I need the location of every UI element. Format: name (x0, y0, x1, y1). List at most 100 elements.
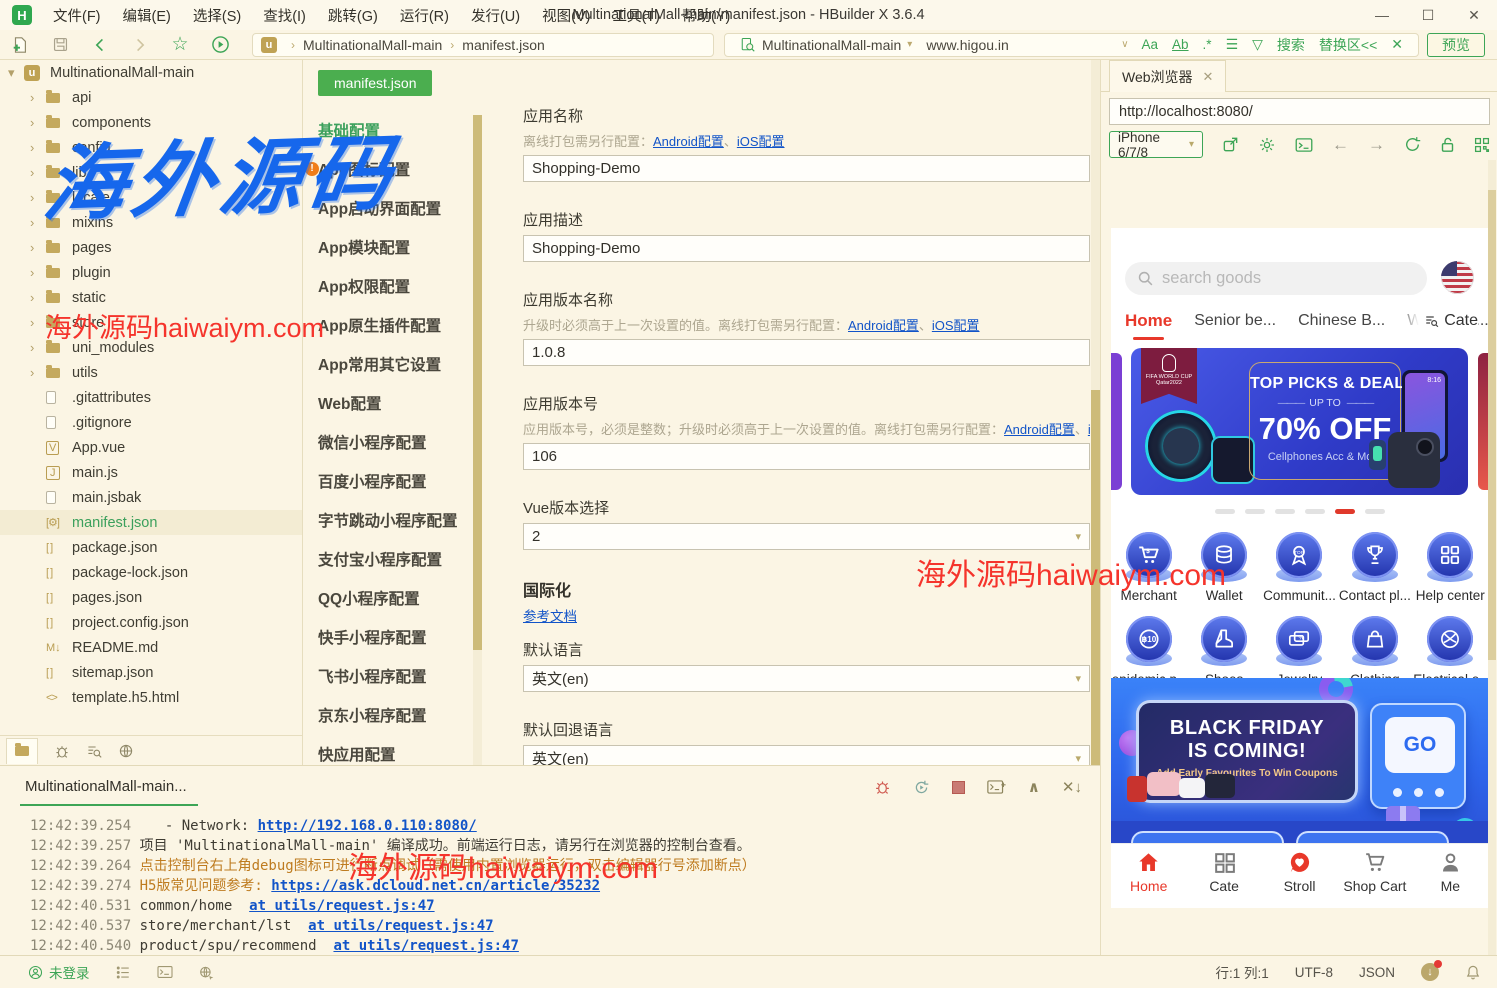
nav-forward-icon[interactable]: → (1368, 135, 1385, 155)
close-search-icon[interactable]: ✕ (1391, 36, 1403, 53)
log-link[interactable]: at utils/request.js:47 (308, 918, 493, 934)
panel-scrollbar[interactable] (1488, 160, 1496, 955)
cursor-position[interactable]: 行:1 列:1 (1215, 962, 1268, 982)
run-icon[interactable] (207, 34, 233, 56)
filter-icon[interactable]: ▽ (1252, 36, 1263, 53)
new-terminal-icon[interactable] (987, 779, 1006, 795)
section-支付宝小程序配置[interactable]: 支付宝小程序配置 (318, 539, 473, 578)
bottom-nav-Stroll[interactable]: Stroll (1262, 844, 1337, 900)
chevron-right-icon[interactable]: › (30, 140, 46, 155)
carousel-dot-4[interactable] (1305, 509, 1325, 514)
tree-item-.gitattributes[interactable]: .gitattributes (0, 385, 302, 410)
favorite-star-icon[interactable]: ☆ (167, 34, 193, 56)
tree-item-App.vue[interactable]: VApp.vue (0, 435, 302, 460)
quick-link-Merchant[interactable]: $Merchant (1111, 528, 1186, 603)
maximize-button[interactable]: ☐ (1405, 0, 1451, 30)
tab-Home[interactable]: Home (1125, 311, 1172, 331)
tree-item-manifest.json[interactable]: [⚙]manifest.json (0, 510, 302, 535)
update-download-icon[interactable]: ↓ (1421, 963, 1439, 981)
carousel-dot-3[interactable] (1275, 509, 1295, 514)
back-icon[interactable] (87, 34, 113, 56)
tree-item-project.config.json[interactable]: [ ]project.config.json (0, 610, 302, 635)
section-App模块配置[interactable]: App模块配置 (318, 227, 473, 266)
promo-banner[interactable]: FIFA WORLD CUP Qatar2022 TOP PICKS & DEA… (1131, 348, 1468, 495)
clear-console-icon[interactable]: ✕↓ (1062, 778, 1082, 796)
chevron-right-icon[interactable]: › (30, 165, 46, 180)
chevron-right-icon[interactable]: › (30, 90, 46, 105)
chevron-right-icon[interactable]: › (30, 315, 46, 330)
carousel-dot-5[interactable] (1335, 509, 1355, 514)
chevron-right-icon[interactable]: › (30, 240, 46, 255)
tree-item-main.jsbak[interactable]: main.jsbak (0, 485, 302, 510)
black-friday-banner[interactable]: BLACK FRIDAY IS COMING! Add Early Favour… (1111, 678, 1488, 843)
tree-root[interactable]: ▾ u MultinationalMall-main (0, 60, 302, 85)
log-link[interactable]: at utils/request.js:47 (333, 938, 518, 954)
menu-item-文件(F)[interactable]: 文件(F) (42, 5, 112, 26)
tree-item-store[interactable]: ›store (0, 310, 302, 335)
files-tab-icon[interactable] (6, 738, 38, 764)
nav-back-icon[interactable]: ← (1332, 135, 1349, 155)
cate-shortcut[interactable]: Cate (1398, 304, 1478, 338)
tree-item-config[interactable]: ›config (0, 135, 302, 160)
go-button[interactable]: GO (1385, 717, 1455, 773)
bottom-nav-Cate[interactable]: Cate (1186, 844, 1261, 900)
section-nav-scrollbar[interactable] (473, 115, 482, 765)
quick-link-epidemic p...[interactable]: ฿10epidemic p... (1111, 612, 1186, 687)
section-快手小程序配置[interactable]: 快手小程序配置 (318, 617, 473, 656)
log-link[interactable]: https://ask.dcloud.net.cn/article/35232 (271, 878, 600, 894)
scope-caret-icon[interactable]: ▾ (907, 39, 912, 50)
config-link[interactable]: iOS配置 (1088, 422, 1090, 437)
bottom-nav-Shop Cart[interactable]: Shop Cart (1337, 844, 1412, 900)
match-word-icon[interactable]: Ab (1172, 37, 1189, 52)
menu-item-发行(U)[interactable]: 发行(U) (460, 5, 531, 26)
reload-icon[interactable] (1404, 136, 1421, 153)
search-in-files-icon[interactable] (740, 37, 755, 52)
form-scrollbar[interactable] (1091, 60, 1100, 765)
menu-item-查找(I)[interactable]: 查找(I) (252, 5, 317, 26)
close-tab-icon[interactable]: ✕ (1203, 69, 1214, 85)
section-App常用其它设置[interactable]: App常用其它设置 (318, 344, 473, 383)
restart-icon[interactable] (913, 779, 930, 796)
multiline-icon[interactable]: ☰ (1226, 36, 1239, 53)
tree-item-package-lock.json[interactable]: [ ]package-lock.json (0, 560, 302, 585)
terminal-status-icon[interactable] (157, 965, 173, 979)
collapse-panel-icon[interactable]: ∧ (1028, 778, 1040, 796)
quick-link-Shoes[interactable]: Shoes (1186, 612, 1261, 687)
device-selector[interactable]: iPhone 6/7/8▾ (1109, 131, 1203, 158)
chevron-right-icon[interactable]: › (30, 190, 46, 205)
quick-link-Contact pl...[interactable]: Contact pl... (1337, 528, 1412, 603)
bell-icon[interactable] (1465, 964, 1481, 980)
section-App图标配置[interactable]: !App图标配置 (318, 149, 473, 188)
section-字节跳动小程序配置[interactable]: 字节跳动小程序配置 (318, 500, 473, 539)
carousel-next-slide[interactable] (1478, 353, 1488, 490)
goods-search-bar[interactable]: search goods (1125, 262, 1427, 295)
lock-icon[interactable] (1440, 136, 1455, 153)
config-link[interactable]: Android配置 (848, 318, 919, 333)
quick-link-Wallet[interactable]: Wallet (1186, 528, 1261, 603)
tree-item-main.js[interactable]: Jmain.js (0, 460, 302, 485)
breadcrumb-project[interactable]: MultinationalMall-main (303, 37, 442, 53)
search-tab-icon[interactable] (86, 743, 102, 759)
field-input-应用版本号[interactable] (523, 443, 1090, 470)
breadcrumb-file[interactable]: manifest.json (462, 37, 544, 53)
language-flag-icon[interactable] (1441, 261, 1474, 294)
quick-link-Communit...[interactable]: TOPCommunit... (1262, 528, 1337, 603)
minimize-button[interactable]: — (1359, 0, 1405, 30)
field-input-应用描述[interactable] (523, 235, 1090, 262)
tree-item-pages[interactable]: ›pages (0, 235, 302, 260)
regex-icon[interactable]: .* (1203, 37, 1212, 52)
debug-icon[interactable] (874, 779, 891, 796)
section-基础配置[interactable]: 基础配置 (318, 110, 473, 149)
qr-code-icon[interactable] (1474, 137, 1490, 153)
tree-item-pages.json[interactable]: [ ]pages.json (0, 585, 302, 610)
toolbar-search-bar[interactable]: MultinationalMall-main ▾ www.higou.in ∨ … (724, 33, 1419, 57)
preview-button[interactable]: 预览 (1427, 33, 1485, 57)
tree-item-plugin[interactable]: ›plugin (0, 260, 302, 285)
bottom-nav-Me[interactable]: Me (1413, 844, 1488, 900)
config-link[interactable]: iOS配置 (737, 134, 785, 149)
section-百度小程序配置[interactable]: 百度小程序配置 (318, 461, 473, 500)
quick-link-Help center[interactable]: Help center (1413, 528, 1488, 603)
browser-tab[interactable]: Web浏览器 ✕ (1109, 60, 1226, 92)
chevron-right-icon[interactable]: › (30, 340, 46, 355)
debug-tab-icon[interactable] (54, 743, 70, 759)
